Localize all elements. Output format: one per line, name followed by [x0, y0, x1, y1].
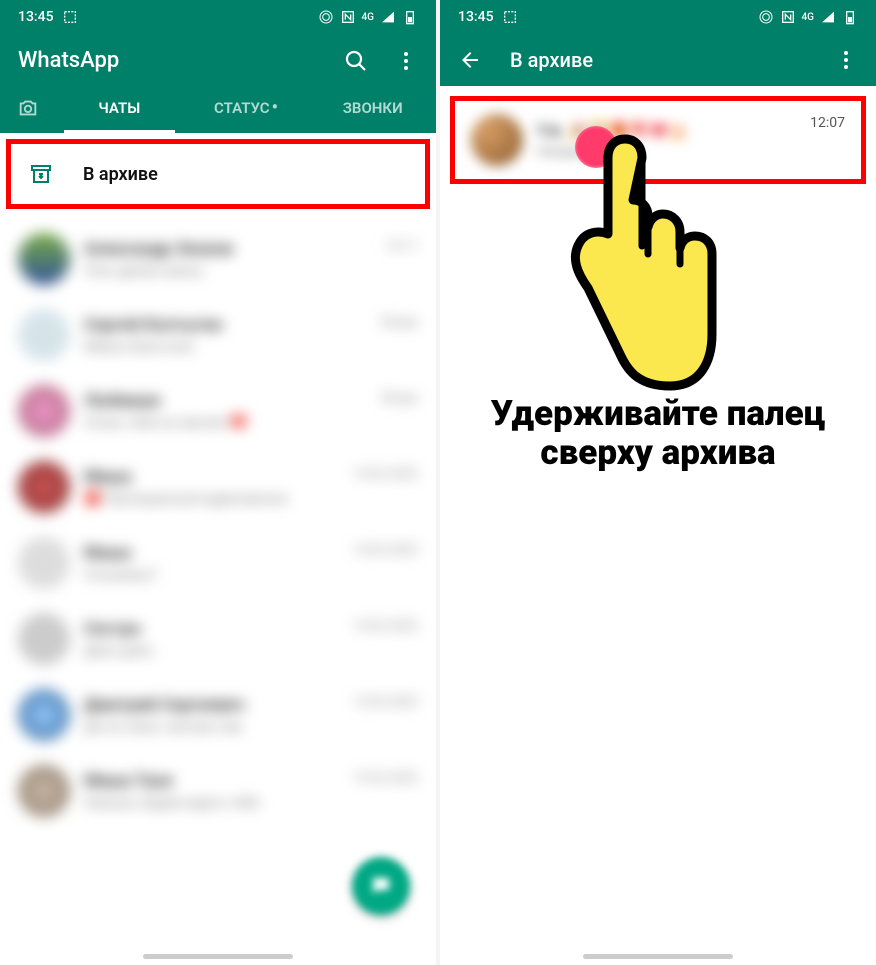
archived-row[interactable]: В архиве [6, 139, 430, 209]
status-bar: 13:45 4G [0, 0, 436, 34]
back-icon[interactable] [458, 48, 482, 72]
gesture-bar [583, 954, 733, 959]
more-icon[interactable] [394, 49, 418, 73]
cast-icon [758, 9, 774, 25]
more-icon[interactable] [834, 48, 858, 72]
new-chat-fab[interactable] [352, 857, 410, 915]
chat-item[interactable]: Дмитрий Сергеевич13.02.2023Да не знаю, с… [0, 677, 436, 753]
clock: 13:45 [458, 9, 494, 25]
app-title: WhatsApp [18, 48, 119, 73]
tab-status[interactable]: СТАТУС• [183, 83, 310, 133]
app-bar: WhatsApp [0, 34, 436, 83]
phone-left: 13:45 4G WhatsApp ЧАТЫ СТАТУС• ЗВОНКИ В … [0, 0, 436, 965]
chat-item[interactable]: Сестра14.02.2023Дико дико [0, 601, 436, 677]
chat-item[interactable]: Маша14.02.2023Слышишь? [0, 525, 436, 601]
camera-tab[interactable] [0, 97, 56, 119]
chat-item[interactable]: Сергей КолтыгинВчераМерзь баню мне [0, 297, 436, 373]
chat-item[interactable]: Александр Зенков16:11Тень дрова нужна [0, 221, 436, 297]
tabs: ЧАТЫ СТАТУС• ЗВОНКИ [0, 83, 436, 133]
phone-right: 13:45 4G В архиве Т.А. 🎉🎊🎁🎈🎀🎂 Например ф… [440, 0, 876, 965]
screenshot-icon [502, 9, 518, 25]
instruction-line2: сверху архива [540, 432, 775, 473]
signal-icon [380, 9, 396, 25]
chat-item[interactable]: Миша Таня13.02.2023Хорошо, будем ждать т… [0, 753, 436, 829]
nfc-icon [780, 9, 796, 25]
archive-title: В архиве [510, 48, 834, 72]
network-label: 4G [362, 12, 375, 23]
tab-chats[interactable]: ЧАТЫ [56, 83, 183, 133]
archive-app-bar: В архиве [440, 34, 876, 86]
chat-item[interactable]: ЛюбимаяВчераОчень тебя не хватает❤️ [0, 373, 436, 449]
chat-list: Александр Зенков16:11Тень дрова нужна Се… [0, 215, 436, 835]
network-label: 4G [802, 12, 815, 23]
camera-icon [17, 97, 39, 119]
instruction-text: Удерживайте палец сверху архива [440, 395, 876, 472]
chat-time: 12:07 [810, 115, 845, 131]
clock: 13:45 [18, 9, 54, 25]
chat-item[interactable]: Миша14.02.2023🔴 Пропущенный аудиозвонок [0, 449, 436, 525]
search-icon[interactable] [344, 49, 368, 73]
archive-icon [29, 162, 53, 186]
nfc-icon [340, 9, 356, 25]
new-chat-icon [369, 874, 393, 898]
cast-icon [318, 9, 334, 25]
battery-icon [402, 9, 418, 25]
battery-icon [842, 9, 858, 25]
tab-calls[interactable]: ЗВОНКИ [309, 83, 436, 133]
gesture-bar [143, 954, 293, 959]
status-bar: 13:45 4G [440, 0, 876, 34]
screenshot-icon [62, 9, 78, 25]
signal-icon [820, 9, 836, 25]
archived-label: В архиве [83, 164, 158, 185]
pointing-hand-icon [540, 124, 720, 404]
